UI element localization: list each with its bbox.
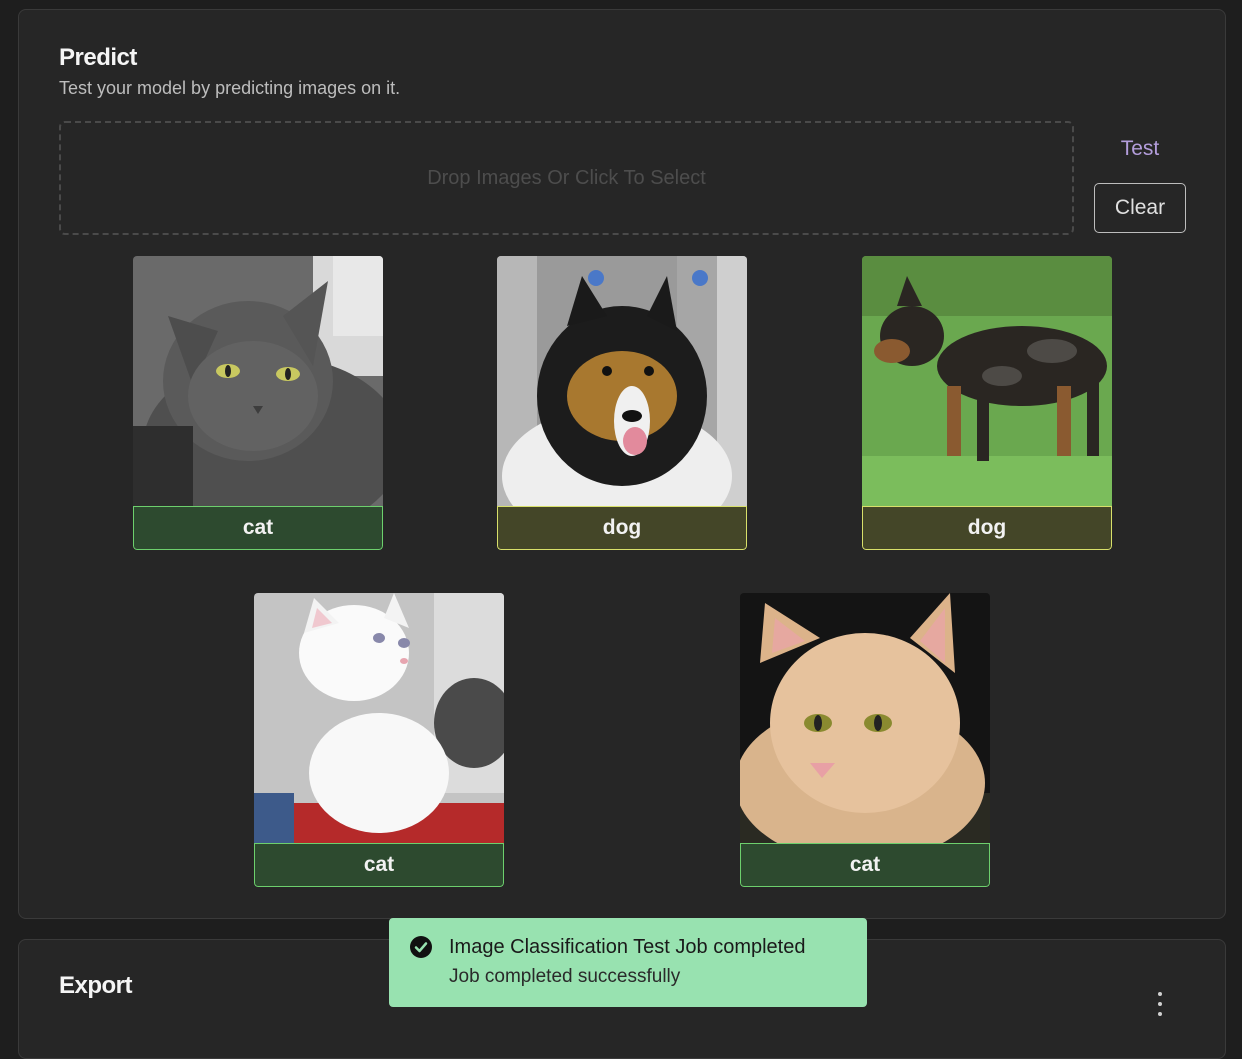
prediction-label: cat — [133, 506, 383, 550]
collie-dog-photo — [497, 256, 747, 506]
toast-message: Job completed successfully — [449, 966, 681, 987]
dropzone-text: Drop Images Or Click To Select — [427, 166, 706, 189]
prediction-label: cat — [254, 843, 504, 887]
clear-button[interactable]: Clear — [1094, 183, 1186, 233]
more-options-icon[interactable] — [1151, 992, 1169, 1016]
prediction-result: cat — [254, 593, 504, 887]
image-dropzone[interactable]: Drop Images Or Click To Select — [59, 121, 1074, 235]
predict-title: Predict — [59, 44, 137, 71]
black-tan-dog-photo — [862, 256, 1112, 506]
toast-notification: Image Classification Test Job completed … — [389, 918, 867, 1007]
white-kitten-photo — [254, 593, 504, 843]
test-button[interactable]: Test — [1095, 132, 1185, 166]
check-circle-icon — [409, 935, 433, 959]
export-title: Export — [59, 972, 133, 999]
prediction-result: cat — [133, 256, 383, 550]
prediction-label: dog — [862, 506, 1112, 550]
predict-subtitle: Test your model by predicting images on … — [59, 78, 401, 98]
gray-cat-photo — [133, 256, 383, 506]
prediction-label: dog — [497, 506, 747, 550]
prediction-result: cat — [740, 593, 990, 887]
predict-card: Predict Test your model by predicting im… — [18, 9, 1226, 919]
prediction-result: dog — [862, 256, 1112, 550]
prediction-label: cat — [740, 843, 990, 887]
prediction-result: dog — [497, 256, 747, 550]
orange-cat-photo — [740, 593, 990, 843]
toast-title: Image Classification Test Job completed — [449, 936, 806, 958]
